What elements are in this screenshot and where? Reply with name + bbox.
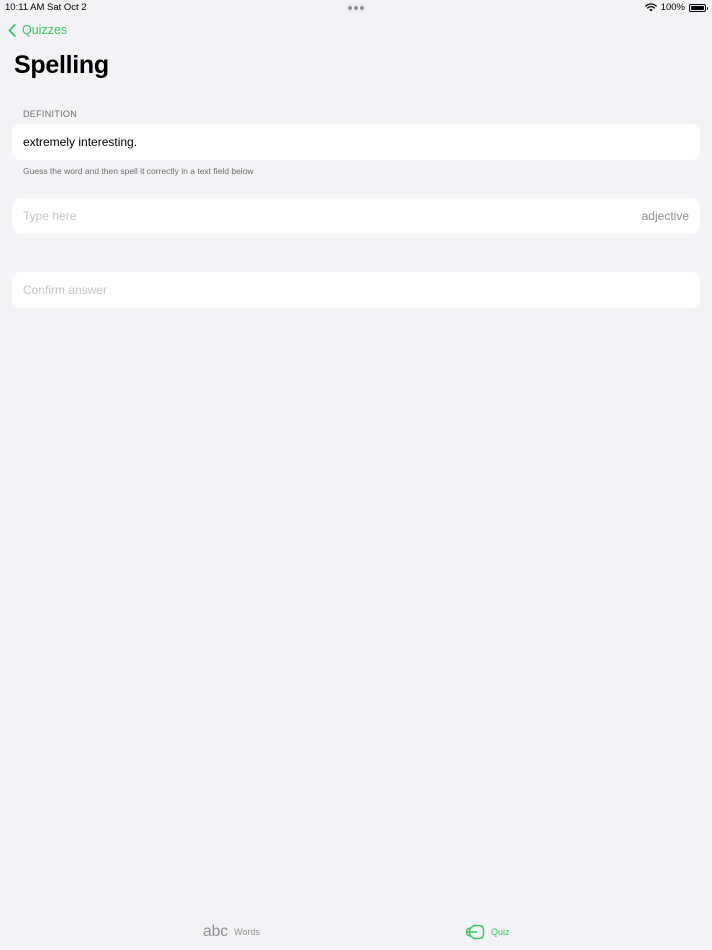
status-date: Sat Oct 2 bbox=[47, 2, 87, 13]
definition-text: extremely interesting. bbox=[23, 135, 138, 149]
tab-quiz-label: Quiz bbox=[491, 927, 510, 937]
tab-words[interactable]: abc Words bbox=[203, 924, 260, 940]
quiz-icon bbox=[465, 924, 485, 940]
confirm-answer-label: Confirm answer bbox=[23, 283, 108, 297]
definition-section-header: DEFINITION bbox=[23, 109, 77, 119]
back-button[interactable]: Quizzes bbox=[8, 23, 67, 37]
back-button-label: Quizzes bbox=[22, 23, 68, 37]
battery-icon bbox=[689, 3, 708, 12]
status-time: 10:11 AM bbox=[5, 2, 45, 13]
chevron-left-icon bbox=[8, 23, 16, 37]
tab-bar: abc Words Quiz bbox=[0, 910, 712, 950]
definition-card: extremely interesting. bbox=[12, 124, 700, 160]
answer-field-card[interactable]: adjective bbox=[12, 198, 700, 234]
confirm-answer-button[interactable]: Confirm answer bbox=[12, 272, 700, 308]
multitasking-dots-icon[interactable] bbox=[348, 6, 364, 10]
battery-level-fill bbox=[691, 5, 704, 10]
tab-quiz[interactable]: Quiz bbox=[465, 924, 510, 940]
definition-footer: Guess the word and then spell it correct… bbox=[23, 166, 254, 176]
abc-icon: abc bbox=[203, 923, 228, 940]
page-title: Spelling bbox=[14, 51, 109, 79]
tab-words-label: Words bbox=[234, 927, 260, 937]
answer-input[interactable] bbox=[23, 209, 642, 223]
battery-percent: 100% bbox=[660, 2, 685, 13]
wifi-icon bbox=[644, 3, 657, 12]
status-indicators: 100% bbox=[644, 2, 708, 13]
status-bar: 10:11 AM Sat Oct 2 100% bbox=[0, 0, 712, 16]
part-of-speech-label: adjective bbox=[641, 209, 689, 223]
